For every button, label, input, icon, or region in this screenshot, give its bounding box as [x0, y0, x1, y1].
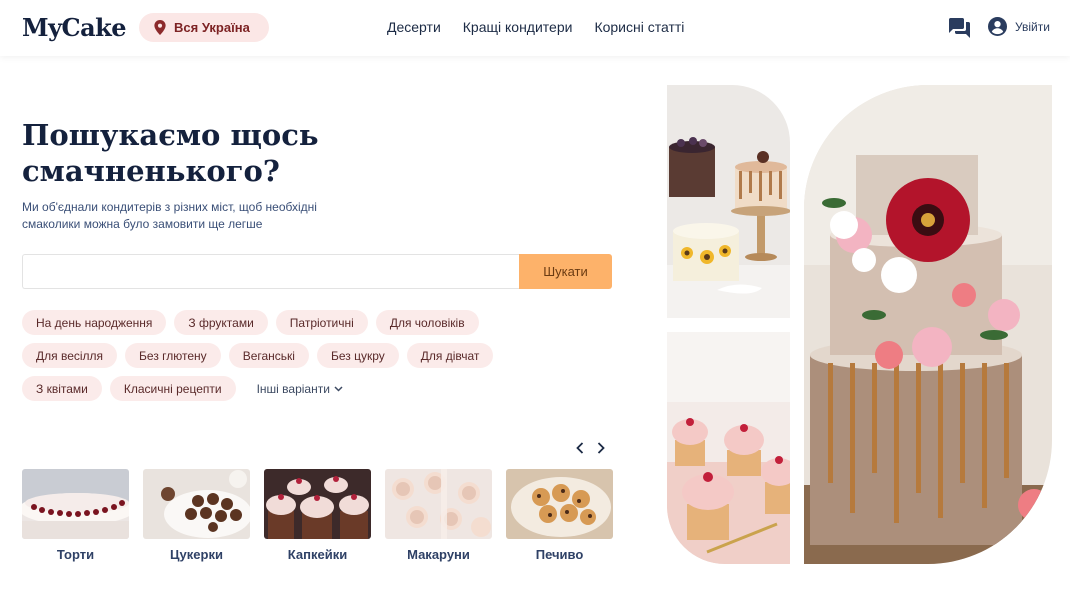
hero-image-naked-cake	[804, 85, 1052, 564]
tag-chip[interactable]: З фруктами	[174, 310, 268, 335]
user-circle-icon	[988, 17, 1007, 36]
logo[interactable]: MyCake	[22, 13, 127, 42]
location-selector[interactable]: Вся Україна	[139, 13, 269, 42]
more-tags-label: Інші варіанти	[256, 381, 330, 396]
tag-chip[interactable]: Класичні рецепти	[109, 376, 236, 401]
page-title: Пошукаємо щось смачненького?	[22, 118, 319, 188]
tag-chip[interactable]: Веганські	[228, 343, 309, 368]
category-label: Торти	[56, 547, 95, 562]
nav-articles[interactable]: Корисні статті	[594, 19, 684, 35]
location-label: Вся Україна	[174, 20, 250, 35]
category-image	[264, 469, 371, 539]
category-cookies[interactable]: Печиво	[506, 469, 613, 562]
carousel-controls	[575, 441, 606, 455]
category-candies[interactable]: Цукерки	[143, 469, 250, 562]
category-label: Цукерки	[170, 547, 223, 562]
tag-chip[interactable]: Для дівчат	[406, 343, 494, 368]
nav-desserts[interactable]: Десерти	[387, 19, 441, 35]
search-input[interactable]	[22, 254, 519, 289]
search-bar: Шукати	[22, 254, 612, 289]
chevron-right-icon	[597, 442, 605, 454]
site-header: MyCake Вся Україна Десерти Кращі кондите…	[0, 0, 1070, 56]
category-label: Печиво	[535, 547, 584, 562]
chevron-down-icon	[334, 385, 343, 392]
login-label: Увійти	[1015, 19, 1050, 34]
search-button[interactable]: Шукати	[519, 254, 612, 289]
location-pin-icon	[154, 20, 166, 35]
chevron-left-icon	[576, 442, 584, 454]
main-nav: Десерти Кращі кондитери Корисні статті	[387, 19, 684, 35]
hero-image-cupcakes	[667, 332, 790, 564]
category-label: Макаруни	[407, 547, 470, 562]
more-tags-dropdown[interactable]: Інші варіанти	[244, 376, 351, 401]
tag-chip[interactable]: З квітами	[22, 376, 102, 401]
tag-chip[interactable]: Патріотичні	[275, 310, 368, 335]
category-image	[506, 469, 613, 539]
category-image	[385, 469, 492, 539]
category-image	[143, 469, 250, 539]
tag-chip[interactable]: На день народження	[22, 310, 167, 335]
category-macarons[interactable]: Макаруни	[385, 469, 492, 562]
carousel-next-button[interactable]	[596, 441, 606, 455]
hero-subtitle: Ми об'єднали кондитерів з різних міст, щ…	[22, 200, 317, 231]
tag-chip[interactable]: Для весілля	[22, 343, 118, 368]
category-image	[22, 469, 129, 539]
category-label: Капкейки	[287, 547, 348, 562]
chat-icon[interactable]	[949, 18, 970, 38]
tag-list: На день народження З фруктами Патріотичн…	[22, 310, 562, 401]
carousel-prev-button[interactable]	[575, 441, 585, 455]
login-button[interactable]: Увійти	[988, 17, 1050, 36]
nav-best-confectioners[interactable]: Кращі кондитери	[463, 19, 573, 35]
hero-image-cakes-stand	[667, 85, 790, 318]
tag-chip[interactable]: Без глютену	[125, 343, 221, 368]
category-cakes[interactable]: Торти	[22, 469, 129, 562]
tag-chip[interactable]: Для чоловіків	[375, 310, 479, 335]
tag-chip[interactable]: Без цукру	[316, 343, 399, 368]
category-cupcakes[interactable]: Капкейки	[264, 469, 371, 562]
category-carousel: Торти Цукерки Капкейки Макаруни Печиво	[22, 469, 613, 562]
